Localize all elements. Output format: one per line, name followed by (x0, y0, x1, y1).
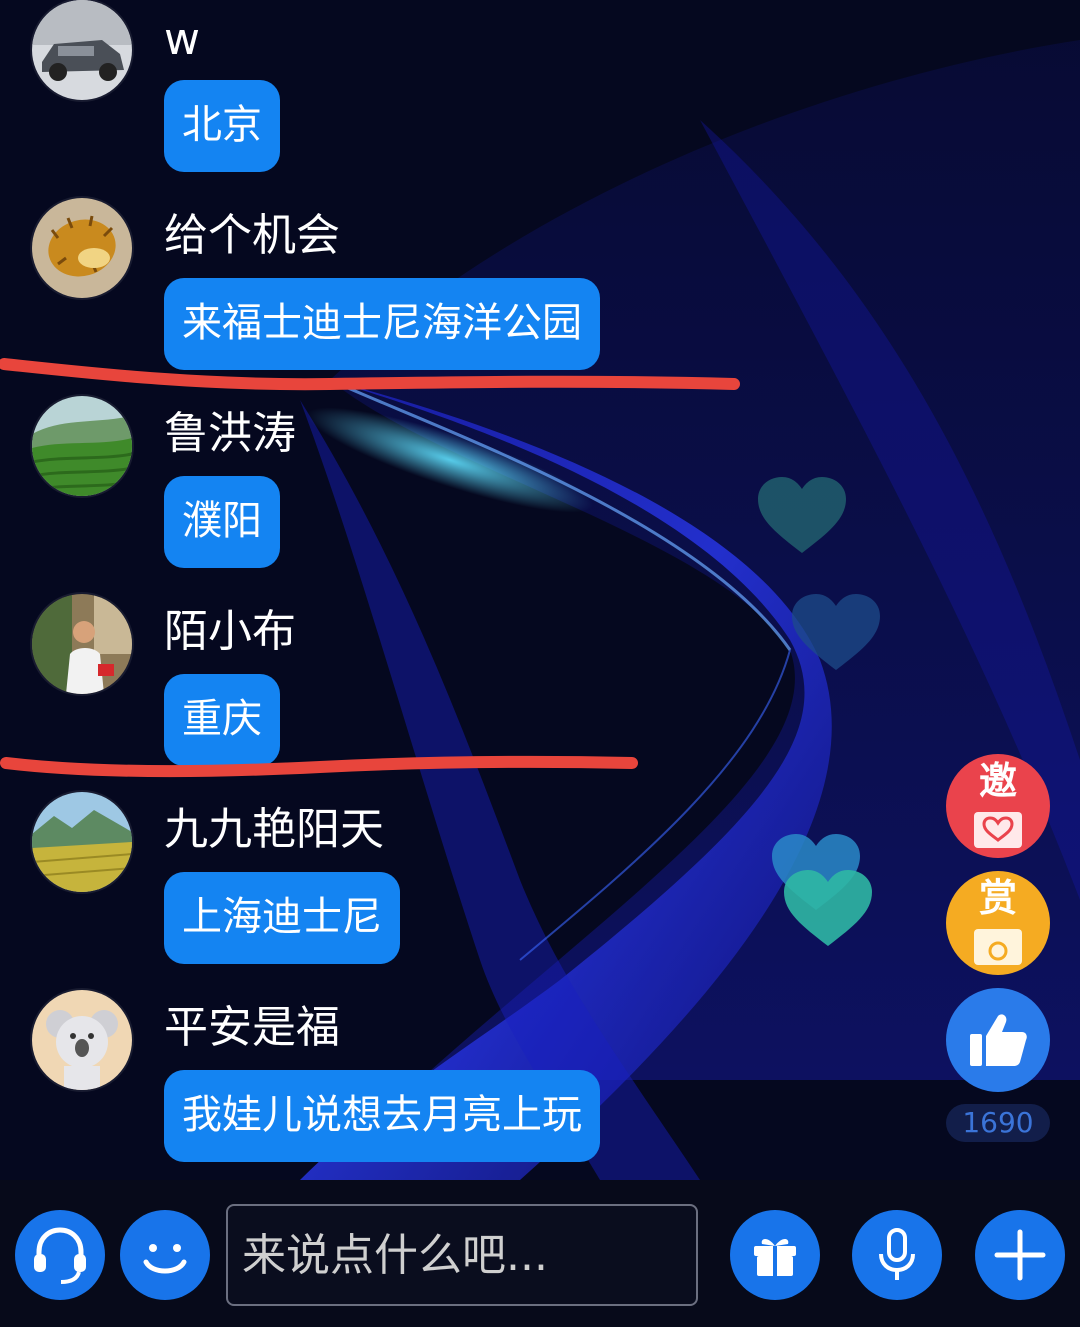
red-packet-icon (974, 929, 1022, 965)
invite-button[interactable]: 邀 (946, 754, 1050, 858)
like-button[interactable] (946, 988, 1050, 1092)
chat-message: w 北京 (0, 0, 760, 198)
chat-message: 给个机会 来福士迪士尼海洋公园 (0, 198, 760, 396)
username: w (164, 14, 200, 65)
username: 给个机会 (164, 210, 340, 261)
username: 陌小布 (164, 606, 296, 657)
chat-message: 陌小布 重庆 (0, 594, 760, 792)
chat-input-box[interactable] (226, 1204, 698, 1306)
emoji-button[interactable] (120, 1210, 210, 1300)
chat-input[interactable] (228, 1206, 696, 1304)
reward-label: 赏 (978, 876, 1017, 920)
person-avatar[interactable] (32, 594, 132, 694)
chat-message: 鲁洪涛 濮阳 (0, 396, 760, 594)
username: 鲁洪涛 (164, 408, 296, 459)
car-avatar[interactable] (32, 0, 132, 100)
gift-button[interactable] (730, 1210, 820, 1300)
customer-service-button[interactable] (15, 1210, 105, 1300)
plus-icon (994, 1229, 1046, 1281)
chat-message: 平安是福 我娃儿说想去月亮上玩 (0, 990, 760, 1188)
thumbs-up-icon (970, 1014, 1027, 1066)
tea-field-avatar[interactable] (32, 396, 132, 496)
invite-label: 邀 (978, 759, 1017, 803)
envelope-heart-icon (974, 812, 1022, 848)
chat-message: 九九艳阳天 上海迪士尼 (0, 792, 760, 990)
heart-icon (792, 594, 880, 670)
reward-button[interactable]: 赏 (946, 871, 1050, 975)
heart-icon (784, 870, 872, 946)
bottom-toolbar (0, 1180, 1080, 1327)
heart-icon (758, 477, 846, 553)
message-bubble[interactable]: 北京 (164, 80, 280, 172)
emoji-icon (143, 1244, 187, 1274)
gift-icon (754, 1239, 796, 1276)
username: 九九艳阳天 (164, 804, 384, 855)
message-bubble[interactable]: 濮阳 (164, 476, 280, 568)
durian-avatar[interactable] (32, 198, 132, 298)
like-count: 1690 (946, 1104, 1050, 1142)
headset-icon (34, 1227, 86, 1284)
koala-avatar[interactable] (32, 990, 132, 1090)
username: 平安是福 (164, 1002, 340, 1053)
message-bubble[interactable]: 我娃儿说想去月亮上玩 (164, 1070, 600, 1162)
message-bubble[interactable]: 重庆 (164, 674, 280, 766)
microphone-icon (879, 1228, 915, 1280)
message-bubble[interactable]: 来福士迪士尼海洋公园 (164, 278, 600, 370)
message-bubble[interactable]: 上海迪士尼 (164, 872, 400, 964)
landscape-avatar[interactable] (32, 792, 132, 892)
voice-button[interactable] (852, 1210, 942, 1300)
more-button[interactable] (975, 1210, 1065, 1300)
